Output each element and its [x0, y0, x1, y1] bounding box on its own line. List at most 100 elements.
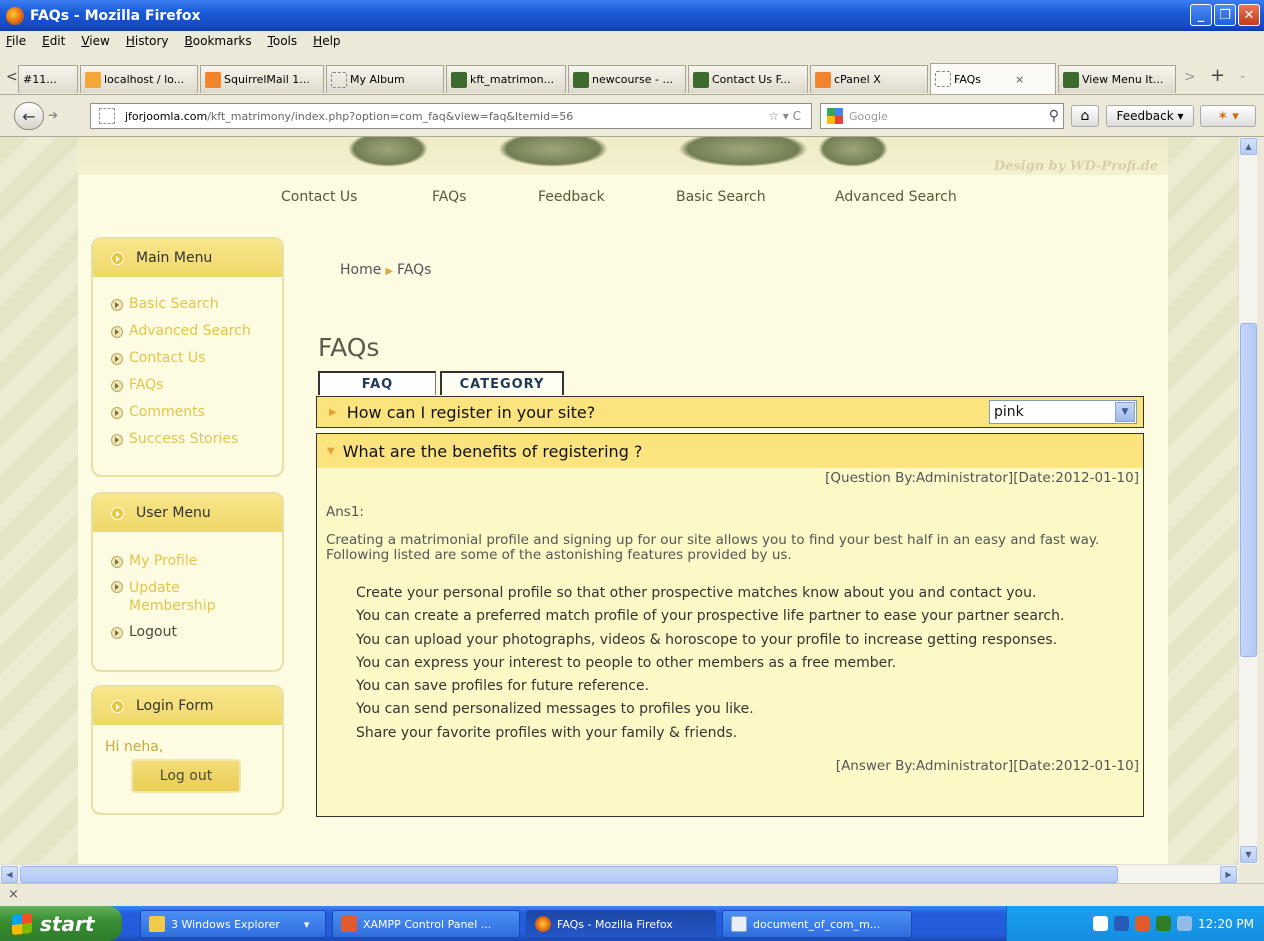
feedback-label: Feedback — [1116, 109, 1174, 123]
url-bar[interactable]: jforjoomla.com/kft_matrimony/index.php?o… — [90, 103, 812, 129]
scroll-right-icon[interactable]: ▶ — [1220, 866, 1237, 883]
tab-scroll-left-icon[interactable]: < — [6, 69, 18, 85]
topnav-feedback[interactable]: Feedback — [538, 189, 605, 205]
cpanel-icon — [815, 71, 831, 88]
blank-page-icon — [935, 71, 951, 87]
main-menu-item-contact-us[interactable]: Contact Us — [111, 345, 282, 372]
firefox-icon — [6, 6, 24, 25]
main-menu-item-faqs[interactable]: FAQs — [111, 372, 282, 399]
topnav-basic-search[interactable]: Basic Search — [676, 189, 766, 205]
back-arrow-icon: ← — [22, 106, 36, 126]
addon-button[interactable]: ✶ ▾ — [1200, 105, 1256, 127]
joomla-icon — [451, 71, 467, 88]
start-button[interactable]: start — [0, 906, 122, 941]
vertical-scroll-thumb[interactable] — [1240, 323, 1257, 657]
url-domain: jforjoomla.com — [125, 109, 208, 123]
back-button[interactable]: ← — [14, 102, 44, 130]
tab-label: FAQs — [954, 72, 982, 86]
tab-category[interactable]: CATEGORY — [440, 371, 564, 395]
taskbar-item-xampp[interactable]: XAMPP Control Panel ... — [332, 910, 520, 938]
browser-tab[interactable]: SquirrelMail 1... — [200, 65, 324, 93]
menu-bookmarks[interactable]: Bookmarks — [185, 34, 252, 48]
close-addon-bar-icon[interactable]: × — [8, 887, 19, 902]
search-icon[interactable]: ⚲ — [1049, 108, 1059, 124]
new-tab-icon[interactable]: + — [1210, 65, 1225, 86]
blank-page-icon — [331, 71, 347, 88]
clock: 12:20 PM — [1198, 916, 1254, 931]
security-icon[interactable] — [1156, 916, 1171, 931]
question-text: How can I register in your site? — [346, 402, 596, 422]
task-label: 3 Windows Explorer — [171, 917, 280, 931]
user-menu-module: User Menu My Profile Update Membership L… — [91, 492, 284, 672]
menu-edit[interactable]: Edit — [42, 34, 65, 48]
search-input[interactable]: Google ⚲ — [820, 103, 1064, 129]
close-window-button[interactable]: ✕ — [1238, 4, 1260, 26]
topnav-contact-us[interactable]: Contact Us — [281, 189, 357, 205]
menu-view[interactable]: View — [81, 34, 109, 48]
browser-tab[interactable]: #11... — [18, 65, 78, 93]
forward-button[interactable]: ➔ — [48, 108, 58, 122]
vertical-scrollbar[interactable]: ▲ ▼ — [1238, 137, 1257, 864]
breadcrumb-home-link[interactable]: Home — [340, 262, 381, 278]
help-icon[interactable] — [1093, 916, 1108, 931]
home-icon: ⌂ — [1080, 108, 1090, 124]
browser-tab[interactable]: View Menu It... — [1058, 65, 1176, 93]
minimize-button[interactable]: _ — [1190, 4, 1212, 26]
browser-tab[interactable]: Contact Us F... — [688, 65, 808, 93]
network-icon[interactable] — [1114, 916, 1129, 931]
xampp-tray-icon[interactable] — [1135, 916, 1150, 931]
user-menu-item-logout[interactable]: Logout — [111, 619, 282, 646]
url-path: /kft_matrimony/index.php?option=com_faq&… — [207, 109, 574, 123]
menu-arrow-icon — [111, 326, 123, 338]
menu-arrow-icon — [111, 627, 123, 639]
menu-history[interactable]: History — [126, 34, 169, 48]
user-menu-item-my-profile[interactable]: My Profile — [111, 548, 282, 575]
bookmark-star-icon[interactable]: ☆ ▾ C — [768, 109, 801, 123]
phpmyadmin-icon — [85, 71, 101, 88]
maximize-button[interactable]: ❐ — [1214, 4, 1236, 26]
menu-arrow-icon — [111, 556, 123, 568]
expanded-question-header[interactable]: ▼ What are the benefits of registering ? — [317, 434, 1143, 468]
home-button[interactable]: ⌂ — [1071, 105, 1099, 127]
scroll-left-icon[interactable]: ◀ — [1, 866, 18, 883]
firefox-icon — [535, 916, 551, 932]
main-menu-item-success-stories[interactable]: Success Stories — [111, 426, 282, 453]
main-menu-item-comments[interactable]: Comments — [111, 399, 282, 426]
topnav-faqs[interactable]: FAQs — [432, 189, 466, 205]
faq-question-expanded: ▼ What are the benefits of registering ?… — [316, 433, 1144, 817]
tab-scroll-right-icon[interactable]: > — [1184, 69, 1196, 85]
user-menu-item-update-membership[interactable]: Update Membership — [111, 579, 282, 615]
browser-tab-active[interactable]: FAQs × — [930, 63, 1056, 94]
tab-list-icon[interactable]: - — [1240, 69, 1245, 85]
tab-close-icon[interactable]: × — [1015, 73, 1024, 86]
taskbar-item-document[interactable]: document_of_com_m... — [722, 910, 912, 938]
feedback-button[interactable]: Feedback ▾ — [1106, 105, 1194, 127]
faq-question-collapsed[interactable]: ▶ How can I register in your site? pink … — [316, 396, 1144, 428]
scroll-up-icon[interactable]: ▲ — [1240, 138, 1257, 155]
top-navigation: Contact Us FAQs Feedback Basic Search Ad… — [78, 189, 1168, 213]
browser-tab[interactable]: My Album — [326, 65, 444, 93]
menu-tools[interactable]: Tools — [268, 34, 298, 48]
menu-file[interactable]: File — [6, 34, 26, 48]
browser-tab[interactable]: cPanel X — [810, 65, 928, 93]
menu-help[interactable]: Help — [313, 34, 340, 48]
scroll-down-icon[interactable]: ▼ — [1240, 846, 1257, 863]
volume-icon[interactable] — [1177, 916, 1192, 931]
group-arrow-icon: ▾ — [303, 917, 310, 931]
main-menu-item-advanced-search[interactable]: Advanced Search — [111, 318, 282, 345]
horizontal-scrollbar[interactable]: ◀ ▶ — [0, 864, 1238, 883]
browser-tab[interactable]: kft_matrimon... — [446, 65, 566, 93]
taskbar-item-windows-explorer[interactable]: 3 Windows Explorer ▾ — [140, 910, 326, 938]
logout-button[interactable]: Log out — [131, 759, 241, 793]
browser-tab[interactable]: localhost / lo... — [80, 65, 198, 93]
joomla-icon — [573, 71, 589, 88]
tab-faq[interactable]: FAQ — [318, 371, 436, 395]
browser-tab[interactable]: newcourse - ... — [568, 65, 686, 93]
menu-arrow-icon — [111, 581, 123, 593]
topnav-advanced-search[interactable]: Advanced Search — [835, 189, 957, 205]
theme-select[interactable]: pink ▼ — [989, 400, 1137, 424]
horizontal-scroll-thumb[interactable] — [20, 866, 1118, 883]
breadcrumb-separator-icon: ▶ — [385, 266, 394, 277]
main-menu-item-basic-search[interactable]: Basic Search — [111, 291, 282, 318]
taskbar-item-firefox[interactable]: FAQs - Mozilla Firefox — [526, 910, 716, 938]
